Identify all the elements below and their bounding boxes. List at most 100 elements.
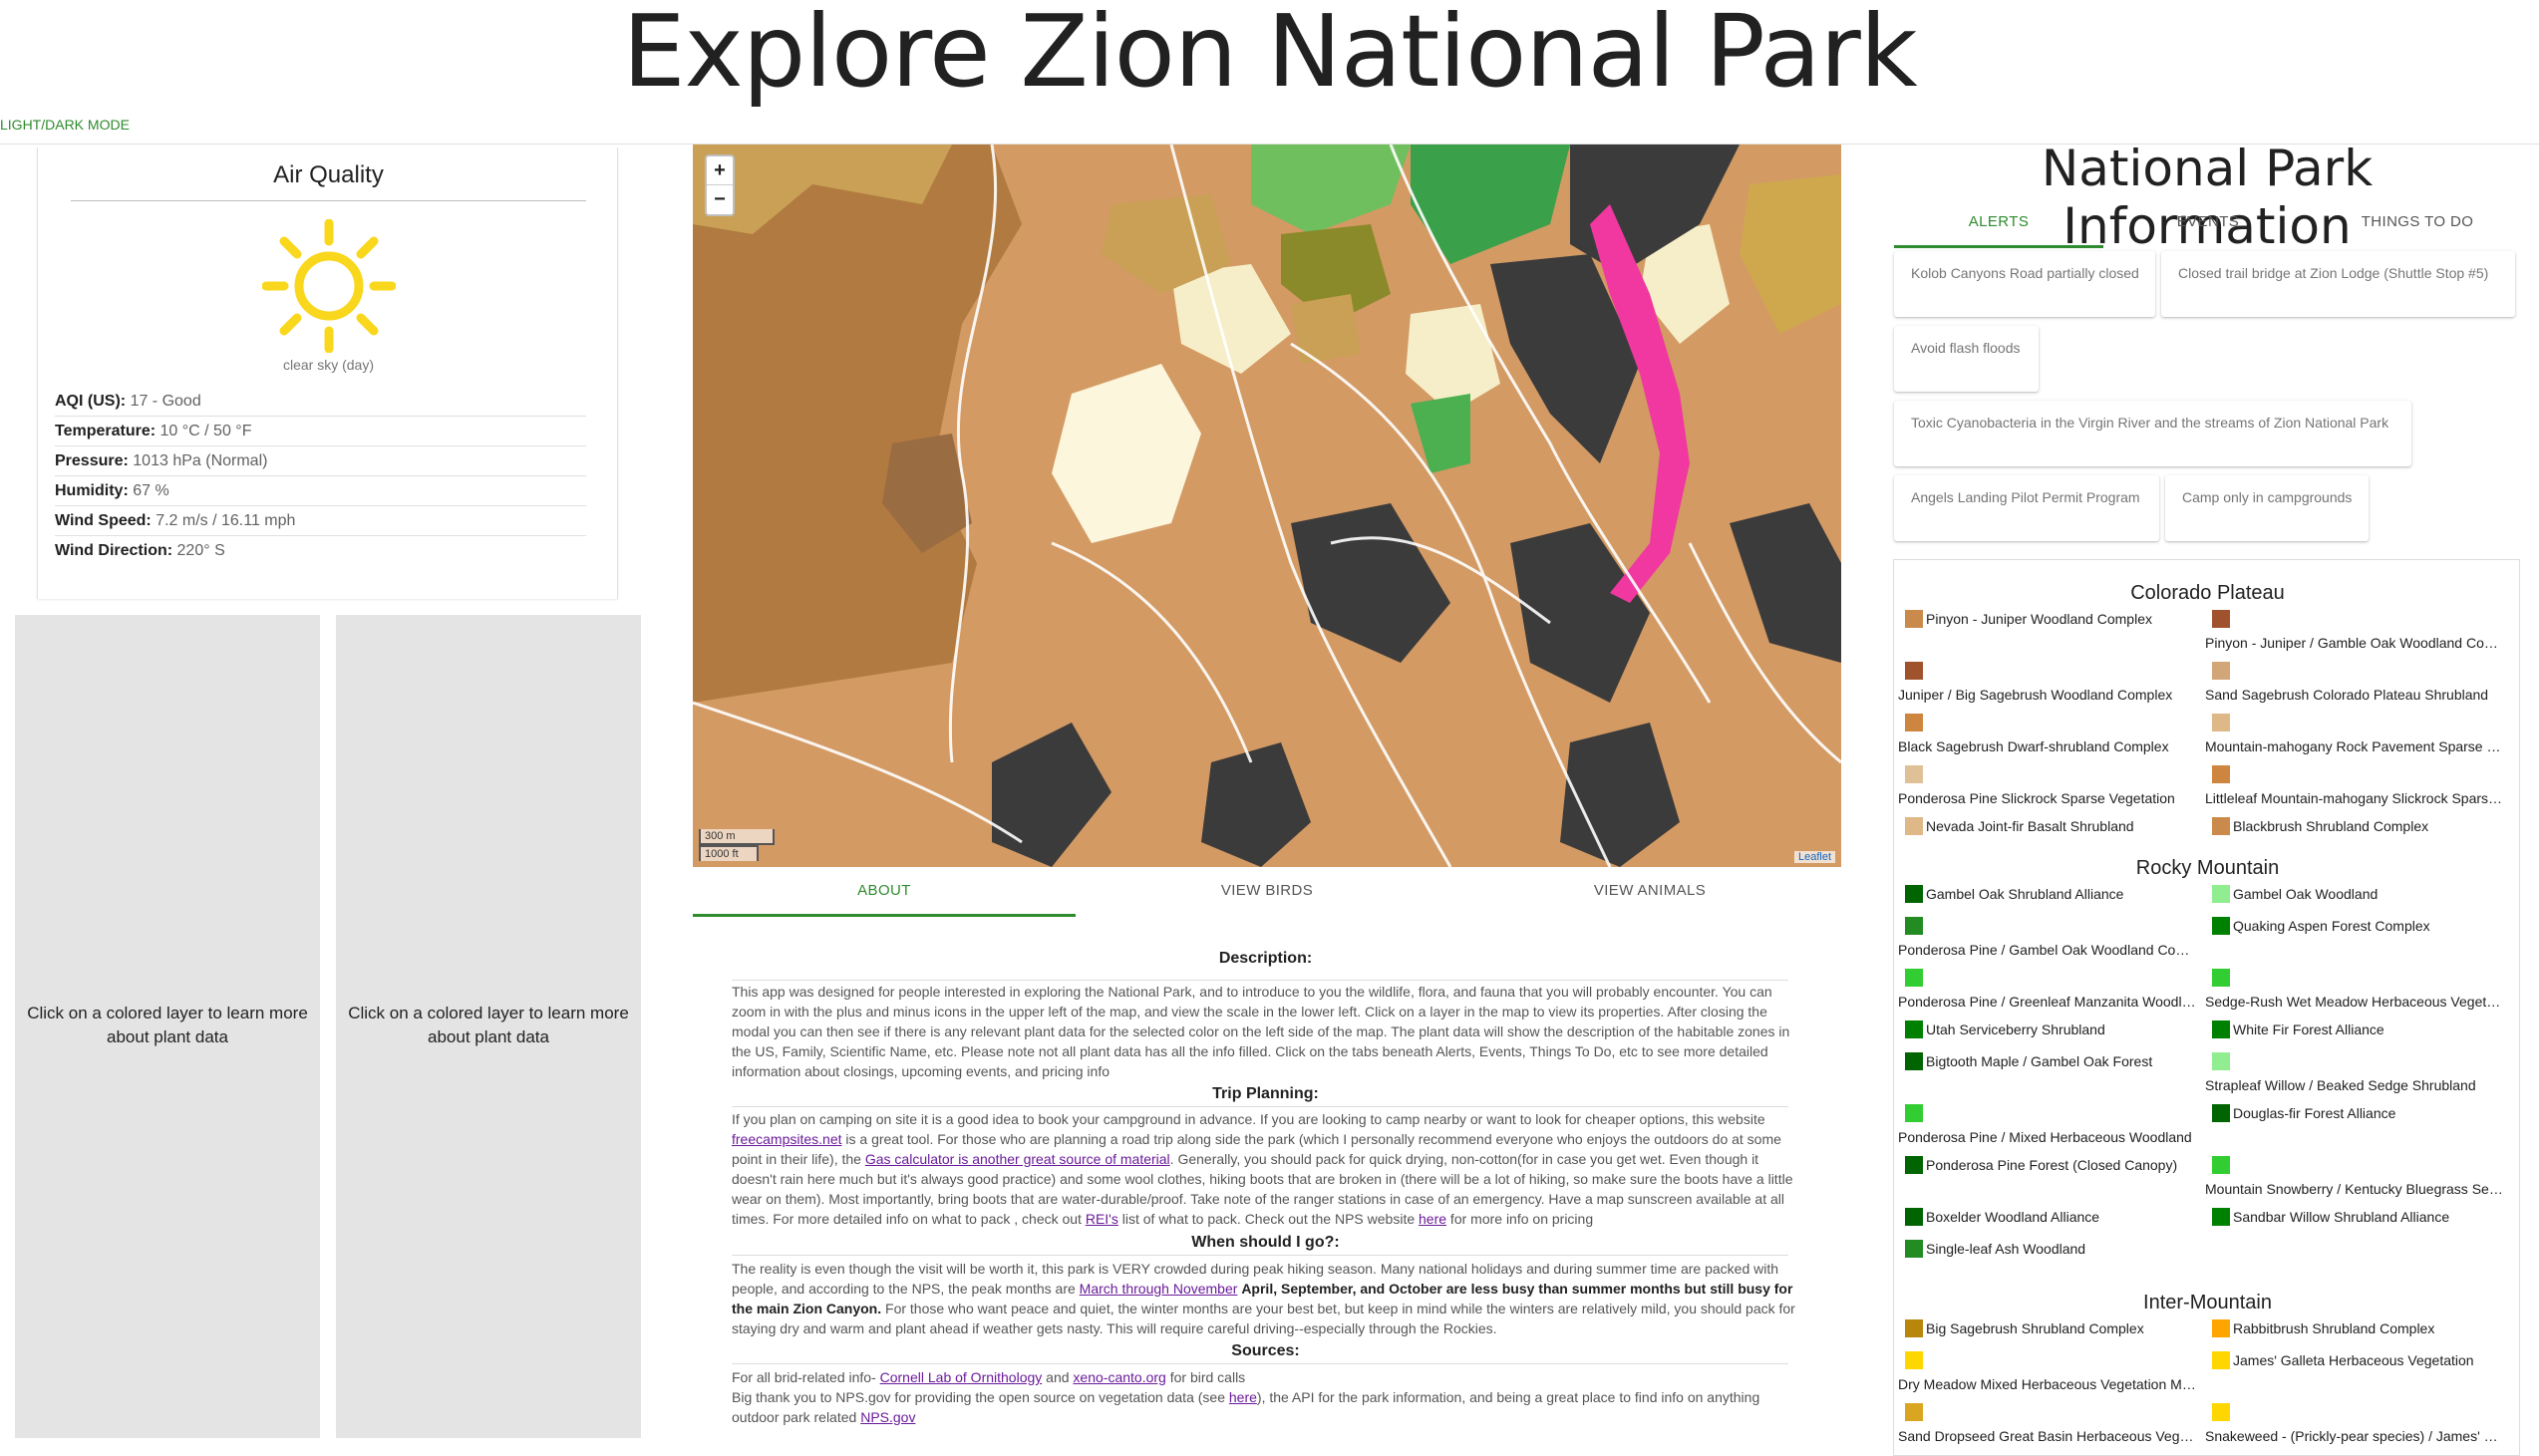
gas-calculator-link[interactable]: Gas calculator is another great source o… bbox=[865, 1151, 1170, 1167]
legend-item[interactable]: Strapleaf Willow / Beaked Sedge Shrublan… bbox=[2205, 1052, 2504, 1094]
freecampsites-link[interactable]: freecampsites.net bbox=[732, 1131, 842, 1147]
legend-item[interactable]: Rabbitbrush Shrubland Complex bbox=[2205, 1319, 2504, 1337]
legend-item[interactable]: Ponderosa Pine / Mixed Herbaceous Woodla… bbox=[1898, 1104, 2197, 1146]
legend-group-heading: Rocky Mountain bbox=[2135, 857, 2280, 879]
when-heading: When should I go?: bbox=[1191, 1234, 1340, 1251]
sources-text-3: for bird calls bbox=[1165, 1369, 1246, 1385]
legend-item[interactable]: Sedge-Rush Wet Meadow Herbaceous Vegetat… bbox=[2205, 969, 2504, 1011]
legend-label: Gambel Oak Shrubland Alliance bbox=[1926, 886, 2124, 902]
map-attribution-link[interactable]: Leaflet bbox=[1793, 851, 1835, 863]
legend-item[interactable]: White Fir Forest Alliance bbox=[2205, 1020, 2504, 1038]
legend-label: Ponderosa Pine / Greenleaf Manzanita Woo… bbox=[1898, 994, 2197, 1010]
legend-label: Pinyon - Juniper Woodland Complex bbox=[1926, 611, 2152, 627]
vegetation-data-link[interactable]: here bbox=[1229, 1389, 1257, 1405]
legend-swatch bbox=[1905, 1156, 1923, 1174]
legend-item[interactable]: Sand Dropseed Great Basin Herbaceous Veg… bbox=[1898, 1403, 2197, 1445]
legend-label: Ponderosa Pine / Gambel Oak Woodland Com… bbox=[1898, 942, 2197, 958]
legend-item[interactable]: Gambel Oak Woodland bbox=[2205, 885, 2504, 903]
legend-swatch bbox=[2212, 714, 2230, 731]
nps-pricing-link[interactable]: here bbox=[1419, 1211, 1446, 1227]
legend-item[interactable]: Juniper / Big Sagebrush Woodland Complex bbox=[1898, 662, 2197, 704]
legend-label: Sand Dropseed Great Basin Herbaceous Veg… bbox=[1898, 1428, 2197, 1444]
legend-item[interactable]: Mountain Snowberry / Kentucky Bluegrass … bbox=[2205, 1156, 2504, 1198]
legend-swatch bbox=[1905, 1104, 1923, 1122]
wind-speed-value: 7.2 m/s / 16.11 mph bbox=[156, 512, 296, 529]
legend-item[interactable]: Gambel Oak Shrubland Alliance bbox=[1898, 885, 2197, 903]
legend-item[interactable]: Dry Meadow Mixed Herbaceous Vegetation M… bbox=[1898, 1351, 2197, 1393]
legend-swatch bbox=[1905, 1208, 1923, 1226]
tab-view-birds[interactable]: VIEW BIRDS bbox=[1076, 882, 1458, 899]
legend-label: Single-leaf Ash Woodland bbox=[1926, 1241, 2086, 1257]
tab-alerts[interactable]: ALERTS bbox=[1894, 213, 2103, 230]
legend-swatch bbox=[1905, 1052, 1923, 1070]
legend-item[interactable]: Blackbrush Shrubland Complex bbox=[2205, 817, 2504, 835]
alert-chip[interactable]: Kolob Canyons Road partially closed bbox=[1894, 251, 2155, 317]
legend-swatch bbox=[1905, 1351, 1923, 1369]
rei-link[interactable]: REI's bbox=[1086, 1211, 1118, 1227]
legend-swatch bbox=[2212, 1052, 2230, 1070]
tab-events[interactable]: EVENTS bbox=[2103, 213, 2313, 230]
legend-item[interactable]: Douglas-fir Forest Alliance bbox=[2205, 1104, 2504, 1122]
legend-label: Littleleaf Mountain-mahogany Slickrock S… bbox=[2205, 790, 2504, 806]
alert-chip[interactable]: Angels Landing Pilot Permit Program bbox=[1894, 475, 2159, 541]
xeno-canto-link[interactable]: xeno-canto.org bbox=[1073, 1369, 1165, 1385]
legend-item[interactable]: Utah Serviceberry Shrubland bbox=[1898, 1020, 2197, 1038]
legend-item[interactable]: Mountain-mahogany Rock Pavement Sparse V… bbox=[2205, 714, 2504, 755]
legend-label: Mountain Snowberry / Kentucky Bluegrass … bbox=[2205, 1181, 2504, 1197]
trip-planning-text: If you plan on camping on site it is a g… bbox=[732, 1109, 1799, 1229]
legend-label: Sandbar Willow Shrubland Alliance bbox=[2233, 1209, 2450, 1225]
tab-about[interactable]: ABOUT bbox=[693, 882, 1076, 899]
cornell-lab-link[interactable]: Cornell Lab of Ornithology bbox=[880, 1369, 1043, 1385]
legend-item[interactable]: Littleleaf Mountain-mahogany Slickrock S… bbox=[2205, 765, 2504, 807]
tab-things-to-do[interactable]: THINGS TO DO bbox=[2313, 213, 2522, 230]
legend-item[interactable]: Ponderosa Pine / Greenleaf Manzanita Woo… bbox=[1898, 969, 2197, 1011]
zoom-in-button[interactable]: + bbox=[707, 156, 733, 185]
legend-item[interactable]: Ponderosa Pine / Gambel Oak Woodland Com… bbox=[1898, 917, 2197, 959]
zoom-out-button[interactable]: − bbox=[707, 185, 733, 214]
sources-heading: Sources: bbox=[1231, 1342, 1300, 1359]
scale-imperial: 1000 ft bbox=[699, 845, 759, 861]
wind-direction-label: Wind Direction: bbox=[55, 542, 173, 559]
aqi-value: 17 - Good bbox=[130, 393, 201, 410]
legend-swatch bbox=[1905, 662, 1923, 680]
light-dark-mode-toggle[interactable]: LIGHT/DARK MODE bbox=[0, 117, 130, 133]
legend-item[interactable]: Bigtooth Maple / Gambel Oak Forest bbox=[1898, 1052, 2197, 1070]
legend-item[interactable]: Pinyon - Juniper Woodland Complex bbox=[1898, 610, 2197, 628]
legend-item[interactable]: Nevada Joint-fir Basalt Shrubland bbox=[1898, 817, 2197, 835]
nps-gov-link[interactable]: NPS.gov bbox=[860, 1409, 915, 1425]
legend-item[interactable]: Sand Sagebrush Colorado Plateau Shrublan… bbox=[2205, 662, 2504, 704]
legend-label: Gambel Oak Woodland bbox=[2233, 886, 2379, 902]
pressure-value: 1013 hPa (Normal) bbox=[133, 452, 268, 469]
legend-item[interactable]: Big Sagebrush Shrubland Complex bbox=[1898, 1319, 2197, 1337]
alert-chip[interactable]: Avoid flash floods bbox=[1894, 326, 2039, 392]
legend-item[interactable]: Quaking Aspen Forest Complex bbox=[2205, 917, 2504, 935]
trip-text-1: If you plan on camping on site it is a g… bbox=[732, 1111, 1765, 1127]
legend-item[interactable]: Pinyon - Juniper / Gamble Oak Woodland C… bbox=[2205, 610, 2504, 652]
map-layers[interactable] bbox=[693, 145, 1841, 867]
alert-chip[interactable]: Camp only in campgrounds bbox=[2165, 475, 2369, 541]
legend-item[interactable]: Ponderosa Pine Slickrock Sparse Vegetati… bbox=[1898, 765, 2197, 807]
humidity-label: Humidity: bbox=[55, 482, 129, 499]
alert-chip[interactable]: Toxic Cyanobacteria in the Virgin River … bbox=[1894, 401, 2411, 466]
pressure-row: Pressure: 1013 hPa (Normal) bbox=[55, 446, 586, 476]
legend-label: Dry Meadow Mixed Herbaceous Vegetation M… bbox=[1898, 1376, 2197, 1392]
legend-swatch bbox=[2212, 917, 2230, 935]
legend-item[interactable]: Ponderosa Pine Forest (Closed Canopy) bbox=[1898, 1156, 2197, 1174]
legend-item[interactable]: James' Galleta Herbaceous Vegetation bbox=[2205, 1351, 2504, 1369]
air-quality-title: Air Quality bbox=[273, 161, 384, 188]
tab-view-animals[interactable]: VIEW ANIMALS bbox=[1458, 882, 1841, 899]
legend-item[interactable]: Snakeweed - (Prickly-pear species) / Jam… bbox=[2205, 1403, 2504, 1445]
legend-swatch bbox=[1905, 1403, 1923, 1421]
legend-item[interactable]: Boxelder Woodland Alliance bbox=[1898, 1208, 2197, 1226]
legend-label: Nevada Joint-fir Basalt Shrubland bbox=[1926, 818, 2134, 834]
alert-chip[interactable]: Closed trail bridge at Zion Lodge (Shutt… bbox=[2161, 251, 2515, 317]
legend-item[interactable]: Black Sagebrush Dwarf-shrubland Complex bbox=[1898, 714, 2197, 755]
temperature-value: 10 °C / 50 °F bbox=[159, 423, 252, 439]
legend-item[interactable]: Single-leaf Ash Woodland bbox=[1898, 1240, 2197, 1258]
legend-item[interactable]: Sandbar Willow Shrubland Alliance bbox=[2205, 1208, 2504, 1226]
legend-label: Douglas-fir Forest Alliance bbox=[2233, 1105, 2396, 1121]
vegetation-map[interactable]: + − 300 m 1000 ft Leaflet bbox=[693, 145, 1841, 867]
peak-months-link[interactable]: March through November bbox=[1080, 1281, 1238, 1297]
legend-label: Pinyon - Juniper / Gamble Oak Woodland C… bbox=[2205, 635, 2504, 651]
legend-swatch bbox=[2212, 1156, 2230, 1174]
